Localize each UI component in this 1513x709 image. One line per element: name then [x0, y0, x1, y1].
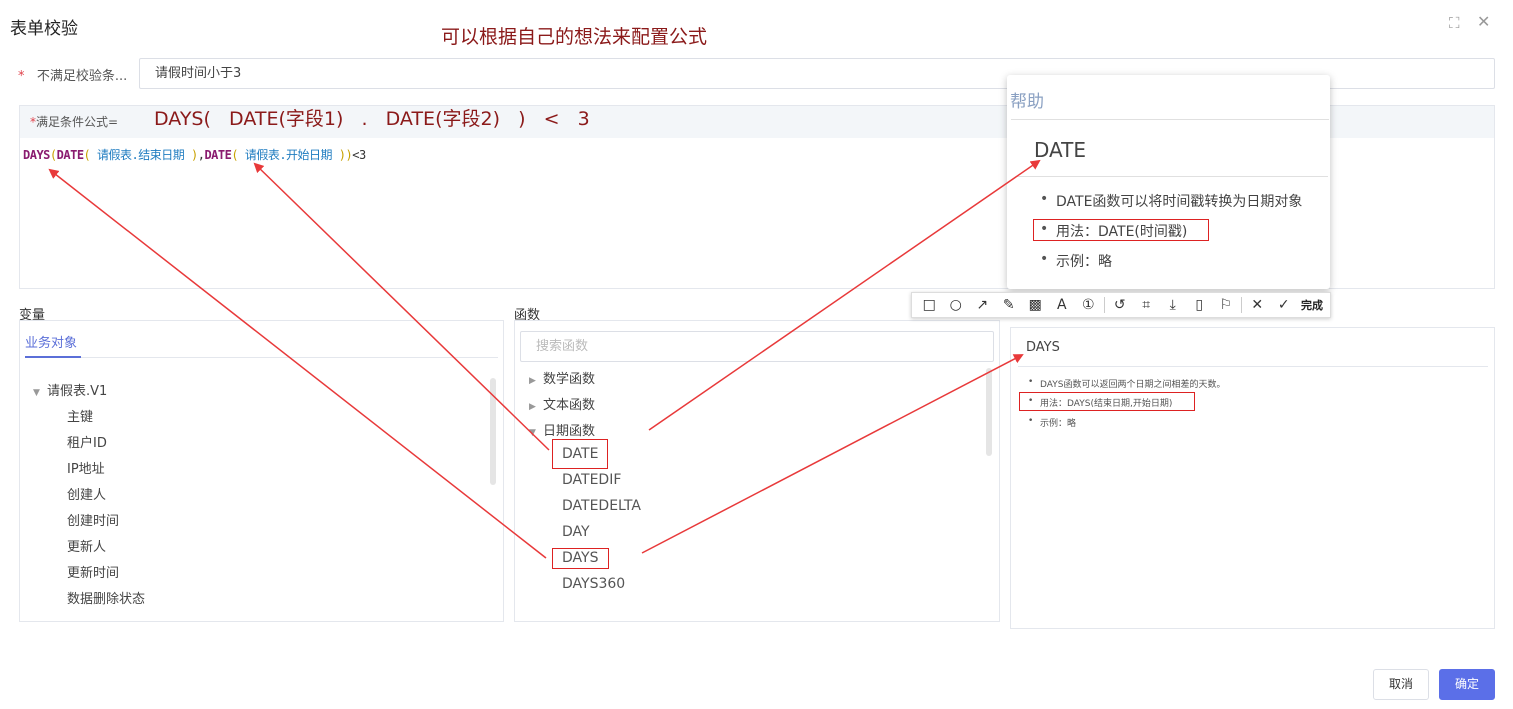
circle-icon[interactable]: ○ — [943, 297, 970, 313]
caret-right-icon: ▶ — [529, 402, 536, 412]
formula-token-operator: <3 — [352, 148, 366, 162]
category-date[interactable]: ▼ 日期函数 — [529, 420, 595, 439]
mosaic-icon[interactable]: ▩ — [1022, 297, 1049, 313]
done-icon[interactable]: ✓ — [1271, 297, 1298, 313]
tab-divider — [25, 357, 498, 358]
condition-label-text: 不满足校验条... — [36, 69, 128, 84]
formula-token-paren: ( — [83, 148, 91, 162]
help-popup-line: 示例：略 — [1040, 251, 1112, 271]
download-icon[interactable]: ⤓ — [1160, 297, 1187, 313]
help-popup-function-name: DATE — [1034, 138, 1087, 162]
formula-expression[interactable]: DAYS(DATE( 请假表.结束日期 ),DATE( 请假表.开始日期 ))<… — [23, 146, 366, 163]
help-panel-line-text: 示例：略 — [1040, 419, 1077, 429]
help-panel — [1010, 327, 1495, 629]
category-label: 日期函数 — [543, 424, 596, 439]
highlight-box-usage — [1033, 219, 1209, 241]
tree-item[interactable]: 数据删除状态 — [67, 588, 145, 607]
help-panel-line: 示例：略 — [1028, 416, 1077, 429]
undo-icon[interactable]: ↺ — [1107, 297, 1134, 313]
tree-item[interactable]: 创建人 — [67, 484, 106, 503]
formula-label-text: 满足条件公式= — [36, 115, 119, 129]
category-text[interactable]: ▶ 文本函数 — [529, 394, 595, 413]
text-icon[interactable]: A — [1049, 297, 1076, 313]
variables-scrollbar[interactable] — [490, 378, 496, 485]
formula-token-date: DATE — [204, 148, 232, 162]
highlight-box-days — [552, 548, 609, 569]
function-item-datedelta[interactable]: DATEDELTA — [562, 498, 641, 514]
bookmark-icon[interactable]: ⚐ — [1213, 297, 1240, 313]
toolbar-divider — [1103, 297, 1105, 313]
help-popup-line-text: 示例：略 — [1056, 254, 1112, 270]
tree-item[interactable]: 主键 — [67, 406, 93, 425]
pen-icon[interactable]: ✎ — [996, 297, 1023, 313]
formula-token-paren: ) — [190, 148, 198, 162]
formula-annotation: DAYS( DATE(字段1) . DATE(字段2) ) < 3 — [154, 108, 590, 130]
function-item-days360[interactable]: DAYS360 — [562, 576, 625, 592]
formula-token-field: 请假表.开始日期 — [244, 148, 333, 162]
help-panel-function-name: DAYS — [1026, 340, 1060, 355]
help-popup-title: 帮助 — [1010, 92, 1044, 112]
caret-right-icon: ▶ — [529, 376, 536, 386]
formula-token-paren: ( — [49, 148, 57, 162]
ocr-icon[interactable]: ⌗ — [1133, 297, 1160, 313]
annotation-text: 可以根据自己的想法来配置公式 — [441, 26, 708, 48]
help-panel-line: DAYS函数可以返回两个日期之间相差的天数。 — [1028, 377, 1226, 390]
category-label: 数学函数 — [543, 372, 596, 387]
cancel-button[interactable]: 取消 — [1373, 669, 1429, 700]
formula-token-field: 请假表.结束日期 — [97, 148, 185, 162]
tree-item[interactable]: IP地址 — [67, 458, 105, 477]
help-popup-divider — [1016, 176, 1328, 177]
tree-item[interactable]: 创建时间 — [67, 510, 119, 529]
function-item-datedif[interactable]: DATEDIF — [562, 472, 621, 488]
tab-business-object[interactable]: 业务对象 — [25, 332, 77, 351]
formula-token-paren: ) — [338, 148, 346, 162]
formula-label: *满足条件公式= — [30, 113, 118, 130]
fullscreen-icon[interactable]: ⛶ — [1449, 14, 1460, 32]
tree-item[interactable]: 租户ID — [67, 432, 107, 451]
help-panel-divider — [1018, 366, 1488, 367]
function-item-day[interactable]: DAY — [562, 524, 590, 540]
tree-item[interactable]: 更新时间 — [67, 562, 119, 581]
rectangle-icon[interactable]: □ — [916, 297, 943, 313]
pin-icon[interactable]: ▯ — [1186, 297, 1213, 313]
formula-token-date: DATE — [56, 148, 84, 162]
ok-button[interactable]: 确定 — [1439, 669, 1495, 700]
help-popup-line-text: DATE函数可以将时间戳转换为日期对象 — [1056, 194, 1303, 210]
arrow-icon[interactable]: ↗ — [969, 297, 996, 313]
tab-active-indicator — [25, 356, 81, 358]
number-icon[interactable]: ① — [1075, 297, 1102, 313]
close-icon[interactable]: ✕ — [1477, 12, 1490, 31]
annotation-toolbar: □ ○ ↗ ✎ ▩ A ① ↺ ⌗ ⤓ ▯ ⚐ ✕ ✓ 完成 — [911, 292, 1331, 318]
help-popup-line: DATE函数可以将时间戳转换为日期对象 — [1040, 191, 1303, 211]
category-label: 文本函数 — [543, 398, 596, 413]
highlight-box-usage — [1019, 392, 1195, 411]
caret-down-icon: ▼ — [529, 428, 536, 438]
highlight-box-date — [552, 439, 608, 469]
tree-item[interactable]: 更新人 — [67, 536, 106, 555]
function-search-input[interactable]: 搜索函数 — [520, 331, 994, 362]
formula-token-paren: ( — [231, 148, 239, 162]
tree-root[interactable]: ▼ 请假表.V1 — [33, 380, 107, 399]
category-math[interactable]: ▶ 数学函数 — [529, 368, 595, 387]
formula-token-days: DAYS — [23, 148, 50, 162]
toolbar-divider — [1241, 297, 1242, 313]
help-popup-divider — [1011, 119, 1329, 120]
help-panel-line-text: DAYS函数可以返回两个日期之间相差的天数。 — [1040, 380, 1226, 390]
required-mark: * — [18, 69, 25, 84]
dialog-title: 表单校验 — [10, 19, 78, 39]
functions-scrollbar[interactable] — [986, 368, 992, 456]
condition-label: * 不满足校验条... — [18, 65, 127, 84]
cancel-icon[interactable]: ✕ — [1244, 297, 1271, 313]
done-label[interactable]: 完成 — [1301, 297, 1323, 313]
tree-root-label: 请假表.V1 — [47, 384, 108, 399]
caret-down-icon: ▼ — [33, 388, 40, 398]
